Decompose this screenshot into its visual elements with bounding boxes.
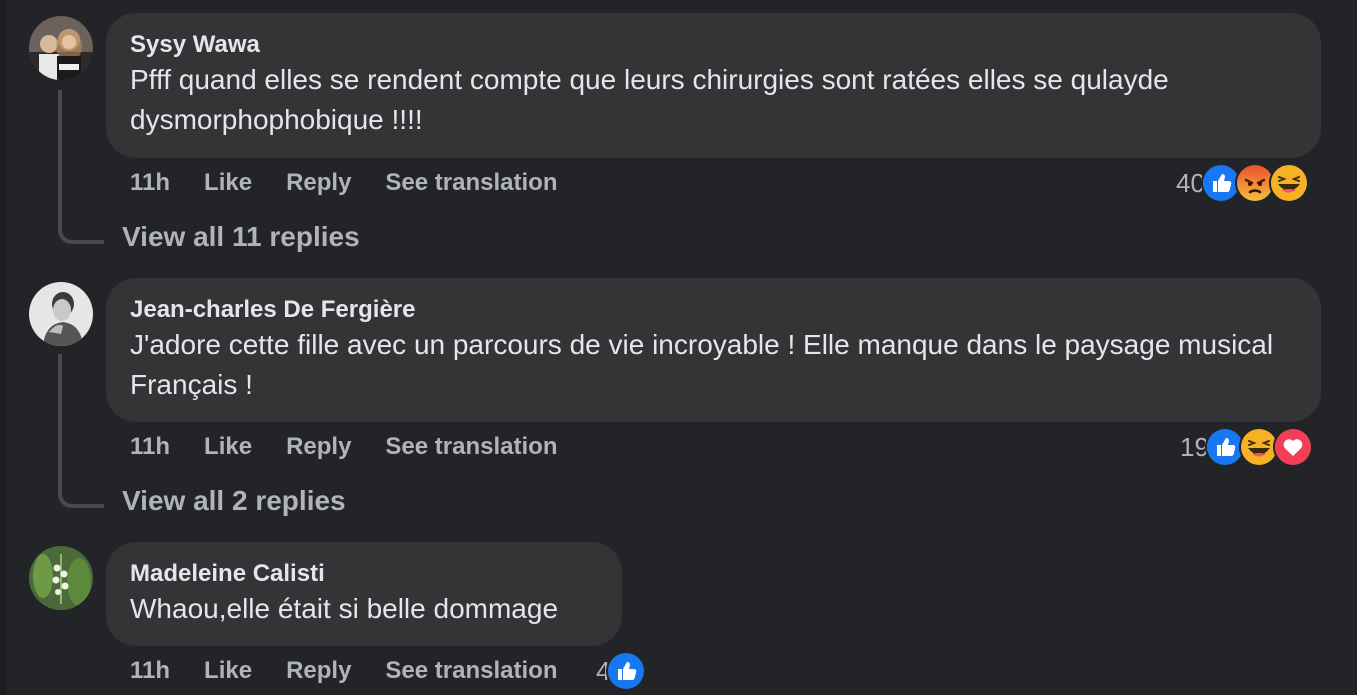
haha-icon: [1268, 163, 1309, 203]
comment-text: Whaou,elle était si belle dommage: [130, 593, 559, 624]
avatar[interactable]: [29, 546, 93, 610]
avatar[interactable]: [29, 282, 93, 346]
comment-author[interactable]: Jean-charles De Fergière: [130, 295, 1297, 325]
comment-actions: 11h Like Reply See translation: [130, 430, 557, 464]
see-translation-button[interactable]: See translation: [385, 657, 557, 685]
see-translation-button[interactable]: See translation: [385, 169, 557, 197]
like-button[interactable]: Like: [204, 169, 252, 197]
reaction-summary[interactable]: 4: [596, 651, 647, 691]
thread-line: [58, 354, 104, 508]
view-replies-link[interactable]: View all 11 replies: [122, 221, 360, 253]
thread-line: [58, 90, 104, 244]
comment-author[interactable]: Madeleine Calisti: [130, 559, 598, 589]
comment-bubble: Sysy Wawa Pfff quand elles se rendent co…: [106, 13, 1321, 158]
left-border: [0, 0, 6, 695]
reply-button[interactable]: Reply: [286, 169, 351, 197]
comment-timestamp[interactable]: 11h: [130, 433, 170, 461]
comment-bubble: Madeleine Calisti Whaou,elle était si be…: [106, 542, 622, 646]
love-icon: [1272, 427, 1313, 467]
like-button[interactable]: Like: [204, 657, 252, 685]
comment-timestamp[interactable]: 11h: [130, 657, 170, 685]
view-replies-link[interactable]: View all 2 replies: [122, 485, 346, 517]
comment-text: Pfff quand elles se rendent compte que l…: [130, 64, 1169, 135]
avatar[interactable]: [29, 16, 93, 80]
comment-section: Sysy Wawa Pfff quand elles se rendent co…: [0, 0, 1357, 695]
comment-author[interactable]: Sysy Wawa: [130, 30, 1297, 60]
comment-actions: 11h Like Reply See translation: [130, 166, 557, 200]
like-button[interactable]: Like: [204, 433, 252, 461]
see-translation-button[interactable]: See translation: [385, 433, 557, 461]
reaction-summary[interactable]: 19: [1180, 427, 1313, 467]
comment-bubble: Jean-charles De Fergière J'adore cette f…: [106, 278, 1321, 422]
comment-text: J'adore cette fille avec un parcours de …: [130, 329, 1274, 400]
comment-timestamp[interactable]: 11h: [130, 169, 170, 197]
like-icon: [606, 651, 647, 691]
reply-button[interactable]: Reply: [286, 433, 351, 461]
reply-button[interactable]: Reply: [286, 657, 351, 685]
reaction-summary[interactable]: 40: [1176, 163, 1309, 203]
comment-actions: 11h Like Reply See translation: [130, 654, 557, 688]
